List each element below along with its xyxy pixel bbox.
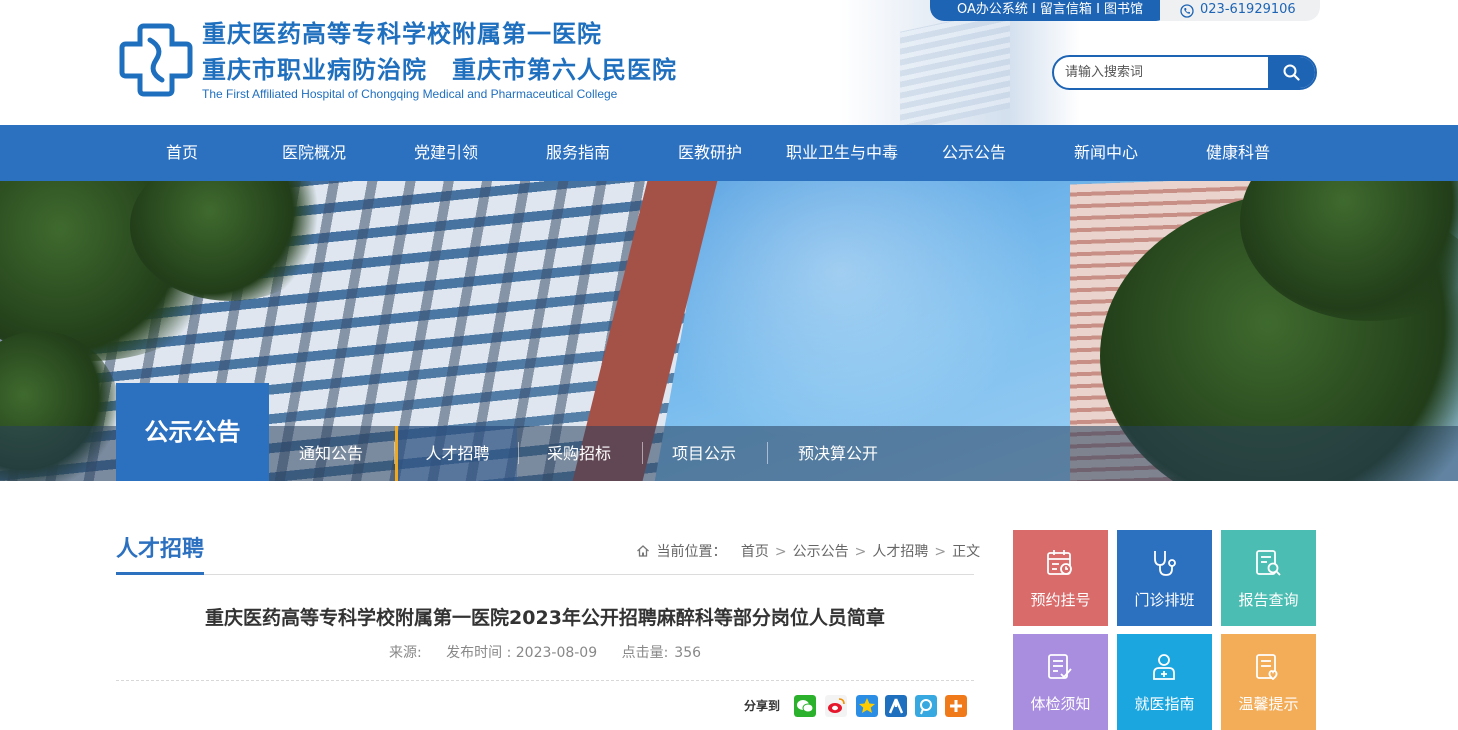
nav-item-occupational-health[interactable]: 职业卫生与中毒 bbox=[776, 125, 908, 181]
hospital-name-line2: 重庆市职业病防治院 重庆市第六人民医院 bbox=[202, 56, 677, 84]
section-title: 公示公告 bbox=[116, 383, 269, 481]
more-share-icon[interactable] bbox=[945, 695, 967, 717]
tile-label: 报告查询 bbox=[1238, 591, 1299, 609]
breadcrumb: 当前位置： 首页 > 公示公告 > 人才招聘 > 正文 bbox=[636, 541, 980, 561]
home-icon bbox=[637, 545, 649, 557]
main-nav: 首页 医院概况 党建引领 服务指南 医教研护 职业卫生与中毒 公示公告 新闻中心… bbox=[0, 125, 1458, 181]
article-title: 重庆医药高等专科学校附属第一医院2023年公开招聘麻醉科等部分岗位人员简章 bbox=[205, 607, 885, 629]
banner-photo: 通知公告 人才招聘 采购招标 项目公示 预决算公开 公示公告 bbox=[0, 181, 1458, 481]
article-hits-label: 点击量: bbox=[621, 645, 669, 661]
tile-label: 就医指南 bbox=[1134, 695, 1195, 713]
meta-divider bbox=[116, 680, 974, 681]
weibo-share-icon[interactable] bbox=[825, 695, 847, 717]
tile-label: 门诊排班 bbox=[1134, 591, 1195, 609]
article-source: 来源: bbox=[388, 645, 422, 661]
column-divider bbox=[116, 574, 974, 575]
calendar-icon bbox=[1047, 550, 1072, 575]
tile-kind-reminder[interactable]: 温馨提示 bbox=[1221, 634, 1316, 730]
qzone-share-icon[interactable] bbox=[856, 695, 878, 717]
wechat-share-icon[interactable] bbox=[794, 695, 816, 717]
report-search-icon bbox=[1256, 550, 1281, 576]
stethoscope-icon bbox=[1154, 551, 1176, 576]
article-hits-count: 356 bbox=[674, 645, 702, 661]
nav-item-party[interactable]: 党建引领 bbox=[396, 125, 496, 181]
tencent-weibo-share-icon[interactable] bbox=[915, 695, 937, 717]
share-label: 分享到 bbox=[744, 699, 781, 713]
search-box bbox=[1052, 55, 1317, 90]
subnav-item-recruitment[interactable]: 人才招聘 bbox=[395, 426, 517, 481]
subnav-item-projects[interactable]: 项目公示 bbox=[643, 426, 765, 481]
breadcrumb-home[interactable]: 首页 bbox=[741, 541, 769, 561]
nav-item-service-guide[interactable]: 服务指南 bbox=[528, 125, 628, 181]
tile-report-query[interactable]: 报告查询 bbox=[1221, 530, 1316, 626]
hospital-name-line1: 重庆医药高等专科学校附属第一医院 bbox=[202, 20, 602, 48]
column-title-underline bbox=[116, 572, 204, 575]
breadcrumb-current: 正文 bbox=[952, 544, 981, 560]
hotline: 023-61929106 bbox=[1160, 0, 1320, 21]
nav-item-overview[interactable]: 医院概况 bbox=[264, 125, 364, 181]
tile-label: 预约挂号 bbox=[1030, 591, 1091, 609]
column-title: 人才招聘 bbox=[116, 537, 205, 562]
nav-item-announcements[interactable]: 公示公告 bbox=[924, 125, 1024, 181]
search-icon bbox=[1283, 64, 1300, 81]
subnav-item-notices[interactable]: 通知公告 bbox=[270, 426, 392, 481]
nav-item-home[interactable]: 首页 bbox=[132, 125, 232, 181]
checkup-form-icon bbox=[1048, 654, 1072, 679]
search-button[interactable] bbox=[1268, 57, 1315, 88]
breadcrumb-label: 当前位置： bbox=[656, 544, 727, 560]
article-meta: 来源: 发布时间 : 2023-08-09 点击量: 356 bbox=[116, 642, 974, 662]
nav-item-health-science[interactable]: 健康科普 bbox=[1188, 125, 1288, 181]
site-header: 重庆医药高等专科学校附属第一医院 重庆市职业病防治院 重庆市第六人民医院 The… bbox=[0, 0, 1458, 125]
hospital-name-english: The First Affiliated Hospital of Chongqi… bbox=[202, 87, 618, 101]
doctor-icon bbox=[1153, 654, 1175, 680]
tile-label: 体检须知 bbox=[1030, 695, 1091, 713]
tile-medical-guide[interactable]: 就医指南 bbox=[1117, 634, 1212, 730]
article-hits-group: 点击量: 356 bbox=[622, 645, 701, 661]
notice-icon bbox=[1256, 654, 1278, 681]
tile-checkup-notes[interactable]: 体检须知 bbox=[1013, 634, 1108, 730]
tile-outpatient-schedule[interactable]: 门诊排班 bbox=[1117, 530, 1212, 626]
subnav-item-procurement[interactable]: 采购招标 bbox=[518, 426, 640, 481]
top-quick-links[interactable]: OA办公系统 I 留言信箱 I 图书馆 bbox=[930, 0, 1170, 21]
renren-share-icon[interactable] bbox=[885, 695, 907, 717]
breadcrumb-announcements[interactable]: 公示公告 bbox=[793, 541, 849, 561]
subnav-item-budget[interactable]: 预决算公开 bbox=[768, 426, 908, 481]
tile-label: 温馨提示 bbox=[1238, 695, 1299, 713]
hospital-logo-icon bbox=[119, 23, 193, 97]
nav-item-news[interactable]: 新闻中心 bbox=[1056, 125, 1156, 181]
hotline-number: 023-61929106 bbox=[1200, 2, 1296, 17]
search-input[interactable] bbox=[1054, 57, 1270, 88]
breadcrumb-recruitment[interactable]: 人才招聘 bbox=[872, 541, 928, 561]
tile-appointment[interactable]: 预约挂号 bbox=[1013, 530, 1108, 626]
phone-icon bbox=[1180, 4, 1194, 18]
article-date: 发布时间 : 2023-08-09 bbox=[446, 645, 598, 661]
nav-item-education-research[interactable]: 医教研护 bbox=[660, 125, 760, 181]
